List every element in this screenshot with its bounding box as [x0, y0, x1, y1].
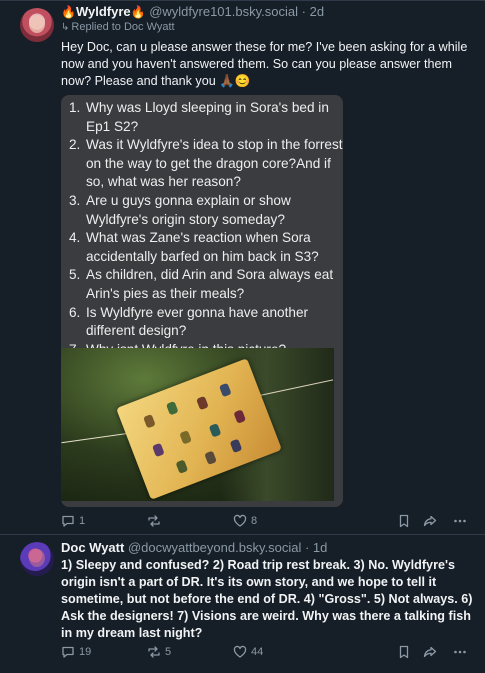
- author-name[interactable]: Wyldfyre: [76, 4, 131, 19]
- bookmark-button[interactable]: [397, 645, 411, 659]
- reply-context-label: Replied to Doc Wyatt: [71, 21, 175, 33]
- question-item: 3. Are u guys gonna explain or show Wyldf…: [69, 192, 343, 229]
- comment-bubble-icon: [62, 646, 74, 658]
- more-dots-icon: [454, 519, 466, 523]
- reply-count: 1: [79, 515, 86, 527]
- question-number: 1.: [69, 100, 81, 115]
- question-number: 5.: [69, 267, 81, 283]
- reply-context[interactable]: ↳ Replied to Doc Wyatt: [61, 21, 175, 33]
- post-text: Hey Doc, can u please answer these for m…: [61, 40, 468, 88]
- image-attachment[interactable]: 1. Why was Lloyd sleeping in Sora's bed i…: [61, 95, 343, 507]
- question-text: As children, did Arin and Sora always ea…: [86, 267, 334, 301]
- question-list: 1. Why was Lloyd sleeping in Sora's bed i…: [69, 99, 343, 359]
- bookmark-icon: [399, 645, 409, 659]
- repost-count: 5: [165, 646, 172, 658]
- question-number: 3.: [69, 192, 81, 208]
- question-text: Is Wyldfyre ever gonna have another diff…: [86, 304, 309, 339]
- post-actions: 1 8: [61, 514, 476, 530]
- heart-icon: [233, 645, 247, 658]
- post-header: Doc Wyatt @docwyattbeyond.bsky.social · …: [61, 540, 327, 555]
- repost-arrows-icon: [148, 646, 160, 658]
- post-time[interactable]: 1d: [313, 540, 327, 555]
- avatar-wyldfyre[interactable]: [20, 8, 54, 42]
- author-name[interactable]: Doc Wyatt: [61, 540, 124, 555]
- post-text: 1) Sleepy and confused? 2) Road trip res…: [61, 558, 473, 640]
- more-options-button[interactable]: [453, 645, 467, 659]
- reply-count: 19: [79, 646, 92, 658]
- separator-dot: ·: [304, 540, 310, 555]
- share-arrow-icon: [423, 646, 437, 658]
- share-button[interactable]: [423, 514, 437, 528]
- question-item: 5. As children, did Arin and Sora always …: [69, 266, 343, 303]
- comment-bubble-icon: [62, 515, 74, 527]
- question-item: 1. Why was Lloyd sleeping in Sora's bed i…: [69, 99, 343, 136]
- scroll-map-picture: [61, 348, 334, 501]
- like-button[interactable]: 44: [233, 645, 263, 659]
- author-handle[interactable]: @wyldfyre101.bsky.social: [149, 4, 298, 19]
- reply-arrow-icon: ↳: [61, 22, 70, 33]
- question-text: Are u guys gonna explain or show Wyldfyr…: [86, 192, 291, 227]
- fire-emoji-icon: 🔥: [61, 5, 76, 19]
- separator-dot: ·: [301, 4, 306, 19]
- question-item: 6. Is Wyldfyre ever gonna have another di…: [69, 304, 343, 341]
- like-button[interactable]: 8: [233, 514, 257, 528]
- post-time[interactable]: 2d: [310, 4, 324, 19]
- reply-button[interactable]: 19: [61, 645, 91, 659]
- question-item: 4. What was Zane's reaction when Sora acc…: [69, 229, 343, 266]
- question-number: 4.: [69, 230, 81, 246]
- bookmark-button[interactable]: [397, 514, 411, 528]
- question-number: 6.: [69, 304, 81, 320]
- heart-icon: [233, 514, 247, 527]
- post-actions: 19 5 44: [61, 645, 476, 661]
- question-number: 2.: [69, 137, 81, 153]
- repost-arrows-icon: [148, 515, 160, 527]
- like-count: 44: [251, 646, 264, 658]
- question-text: Why was Lloyd sleeping in Sora's bed in …: [86, 100, 329, 134]
- more-options-button[interactable]: [453, 514, 467, 528]
- post-header: 🔥Wyldfyre🔥 @wyldfyre101.bsky.social · 2d: [61, 4, 324, 19]
- question-text: Was it Wyldfyre's idea to stop in the fo…: [86, 137, 343, 190]
- question-text: What was Zane's reaction when Sora accid…: [86, 230, 319, 264]
- like-count: 8: [251, 515, 258, 527]
- avatar-doc-wyatt[interactable]: [20, 542, 54, 576]
- bookmark-icon: [399, 514, 409, 528]
- more-dots-icon: [454, 650, 466, 654]
- repost-button[interactable]: [147, 514, 165, 528]
- share-button[interactable]: [423, 645, 437, 659]
- repost-button[interactable]: 5: [147, 645, 171, 659]
- reply-button[interactable]: 1: [61, 514, 85, 528]
- author-handle[interactable]: @docwyattbeyond.bsky.social: [128, 540, 301, 555]
- question-item: 2. Was it Wyldfyre's idea to stop in the …: [69, 136, 343, 192]
- share-arrow-icon: [423, 515, 437, 527]
- fire-emoji-icon: 🔥: [130, 5, 146, 19]
